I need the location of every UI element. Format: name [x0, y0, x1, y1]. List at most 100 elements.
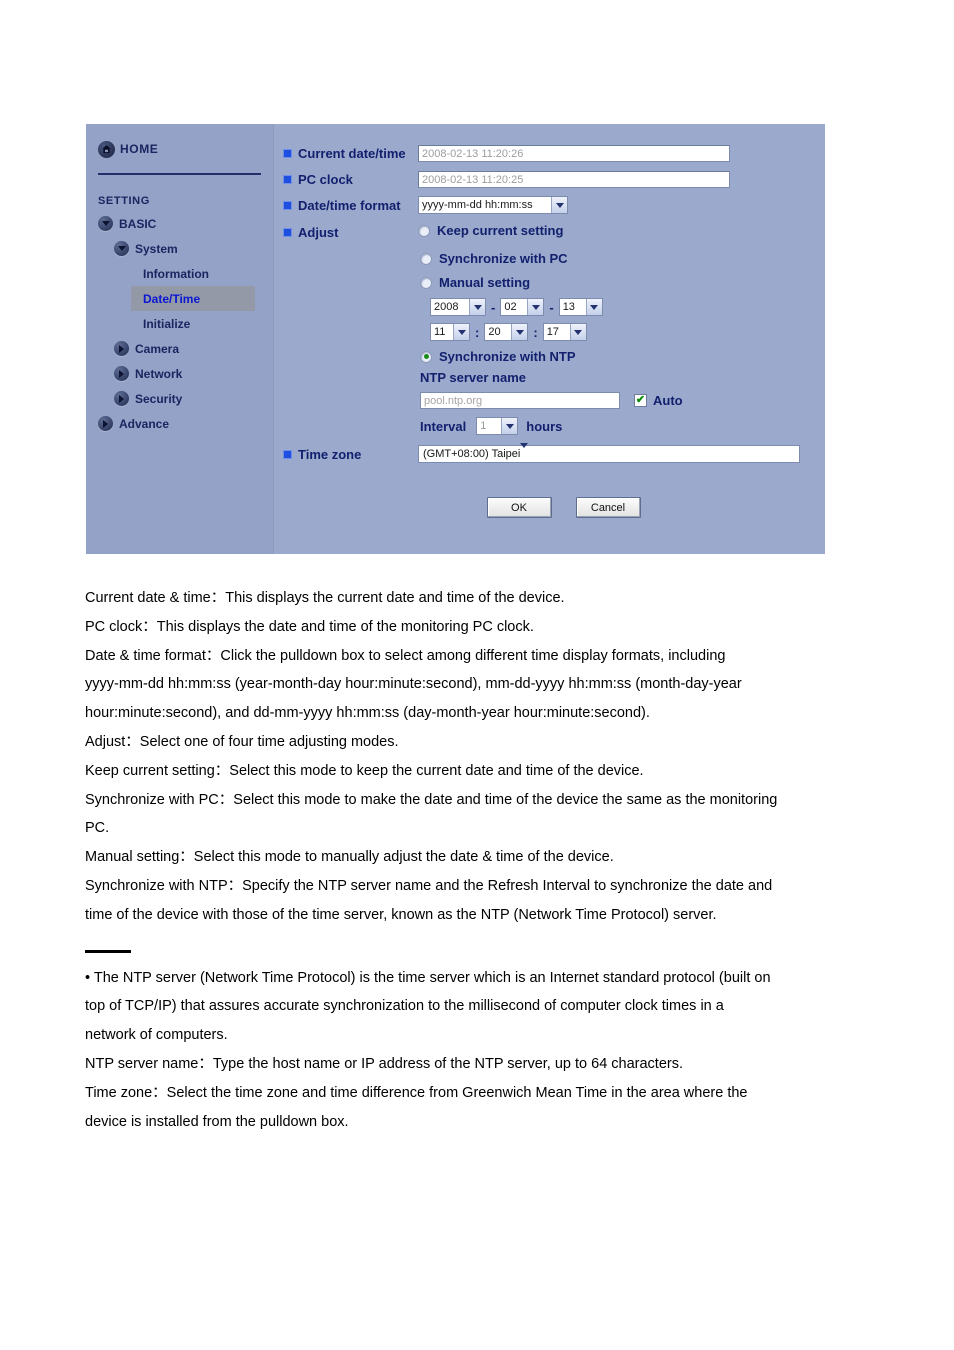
bullet-icon	[283, 200, 292, 210]
datetime-format-row: Date/time format yyyy-mm-dd hh:mm:ss	[274, 194, 825, 216]
interval-label: Interval	[420, 418, 467, 434]
radio-keep-current-setting[interactable]: Keep current setting	[418, 220, 563, 241]
sidebar-item-date-time[interactable]: Date/Time	[131, 286, 255, 311]
sidebar-item-system[interactable]: System	[86, 236, 273, 261]
radio-label: Keep current setting	[437, 223, 564, 238]
ok-button[interactable]: OK	[486, 497, 552, 518]
manual-second-select[interactable]: 17	[542, 323, 587, 341]
date-time-form: Current date/time 2008-02-13 11:20:26 PC…	[274, 124, 825, 554]
paragraph-line: Adjust：Select one of four time adjusting…	[85, 733, 399, 750]
current-datetime-value: 2008-02-13 11:20:26	[418, 144, 730, 162]
sidebar-item-home[interactable]: HOME	[86, 136, 273, 162]
time-zone-row: Time zone (GMT+08:00) Taipei	[274, 443, 825, 465]
radio-icon	[420, 350, 432, 363]
manual-second-value: 17	[546, 326, 559, 338]
bullet-icon	[283, 449, 292, 459]
ntp-server-input[interactable]: pool.ntp.org	[420, 391, 620, 409]
date-separator: -	[491, 299, 496, 315]
pc-clock-label: PC clock	[274, 172, 418, 187]
sidebar-item-label: Date/Time	[143, 291, 201, 306]
time-zone-select[interactable]: (GMT+08:00) Taipei	[418, 443, 800, 463]
chevron-down-icon	[527, 299, 544, 315]
manual-year-value: 2008	[434, 301, 459, 313]
sidebar-item-label: Information	[143, 266, 209, 281]
datetime-format-value: yyyy-mm-dd hh:mm:ss	[422, 199, 533, 211]
sidebar-item-label: Network	[135, 366, 183, 381]
sidebar-item-initialize[interactable]: Initialize	[86, 311, 273, 336]
manual-minute-value: 20	[488, 326, 501, 338]
sidebar-navigation: HOME SETTING BASIC System Information Da…	[86, 124, 274, 554]
manual-hour-select[interactable]: 11	[430, 323, 470, 341]
pc-clock-row: PC clock 2008-02-13 11:20:25	[274, 168, 825, 190]
footnote-line: device is installed from the pulldown bo…	[85, 1113, 349, 1130]
bullet-icon	[283, 227, 292, 237]
chevron-right-icon	[114, 391, 129, 406]
current-datetime-label: Current date/time	[274, 146, 418, 161]
chevron-right-icon	[98, 416, 113, 431]
sidebar-item-camera[interactable]: Camera	[86, 336, 273, 361]
home-icon	[98, 140, 115, 158]
manual-time-row: 11 : 20 : 17	[430, 321, 825, 343]
sidebar-item-network[interactable]: Network	[86, 361, 273, 386]
adjust-row: Adjust Keep current setting	[274, 220, 825, 244]
paragraph-line: Synchronize with NTP：Specify the NTP ser…	[85, 877, 773, 894]
manual-year-select[interactable]: 2008	[430, 298, 486, 316]
chevron-down-icon	[501, 418, 518, 434]
radio-icon	[420, 252, 432, 265]
manual-month-value: 02	[504, 301, 517, 313]
sidebar-item-label: Camera	[135, 341, 180, 356]
manual-day-select[interactable]: 13	[558, 298, 603, 316]
bullet-icon	[283, 148, 292, 158]
chevron-down-icon	[98, 216, 113, 231]
paragraph-line: hour:minute:second), and dd-mm-yyyy hh:m…	[85, 705, 650, 722]
sidebar-item-label: Advance	[119, 416, 170, 431]
paragraph-line: Date & time format：Click the pulldown bo…	[85, 647, 726, 664]
paragraph-line: time of the device with those of the tim…	[85, 906, 717, 923]
datetime-format-select[interactable]: yyyy-mm-dd hh:mm:ss	[418, 196, 568, 214]
footnote-line: Time zone：Select the time zone and time …	[85, 1084, 748, 1101]
manual-date-row: 2008 - 02 - 13	[430, 296, 825, 318]
radio-icon	[420, 276, 432, 289]
auto-checkbox[interactable]: ✔	[634, 393, 647, 407]
radio-synchronize-with-ntp[interactable]: Synchronize with NTP	[420, 346, 825, 367]
radio-manual-setting[interactable]: Manual setting	[420, 272, 825, 293]
manual-minute-select[interactable]: 20	[484, 323, 529, 341]
chevron-down-icon	[469, 299, 485, 315]
chevron-down-icon	[511, 324, 528, 340]
interval-value: 1	[480, 420, 487, 432]
cancel-button[interactable]: Cancel	[575, 497, 641, 518]
sidebar-item-advance[interactable]: Advance	[86, 411, 273, 436]
radio-icon	[418, 224, 430, 237]
footnote-line: • The NTP server (Network Time Protocol)…	[85, 969, 771, 986]
time-zone-value: (GMT+08:00) Taipei	[423, 448, 521, 460]
sidebar-item-label: BASIC	[119, 216, 157, 231]
chevron-down-icon	[114, 241, 129, 256]
paragraph-line: yyyy-mm-dd hh:mm:ss (year-month-day hour…	[85, 676, 742, 693]
sidebar-item-label: System	[135, 241, 178, 256]
paragraph-line: PC clock：This displays the date and time…	[85, 618, 534, 635]
sidebar-item-information[interactable]: Information	[86, 261, 273, 286]
footnote-line: NTP server name：Type the host name or IP…	[85, 1055, 684, 1072]
manual-month-select[interactable]: 02	[500, 298, 545, 316]
sidebar-item-label: Initialize	[143, 316, 191, 331]
radio-synchronize-with-pc[interactable]: Synchronize with PC	[420, 248, 825, 269]
sidebar-item-basic[interactable]: BASIC	[86, 211, 273, 236]
pc-clock-value: 2008-02-13 11:20:25	[418, 170, 730, 188]
hours-label: hours	[526, 418, 563, 434]
chevron-down-icon	[520, 443, 529, 460]
manual-body-text: Current date & time：This displays the cu…	[85, 584, 885, 1136]
sidebar-item-security[interactable]: Security	[86, 386, 273, 411]
chevron-right-icon	[114, 341, 129, 356]
home-label: HOME	[120, 142, 159, 156]
radio-label: Synchronize with PC	[439, 251, 568, 266]
interval-select[interactable]: 1	[476, 417, 519, 435]
footnote-divider	[85, 949, 131, 953]
chevron-right-icon	[114, 366, 129, 381]
date-separator: -	[549, 299, 554, 315]
chevron-down-icon	[585, 299, 602, 315]
form-actions: OK Cancel	[274, 497, 825, 518]
paragraph-line: PC.	[85, 820, 110, 837]
paragraph-line: Synchronize with PC：Select this mode to …	[85, 791, 778, 808]
current-datetime-row: Current date/time 2008-02-13 11:20:26	[274, 142, 825, 164]
manual-day-value: 13	[562, 301, 575, 313]
